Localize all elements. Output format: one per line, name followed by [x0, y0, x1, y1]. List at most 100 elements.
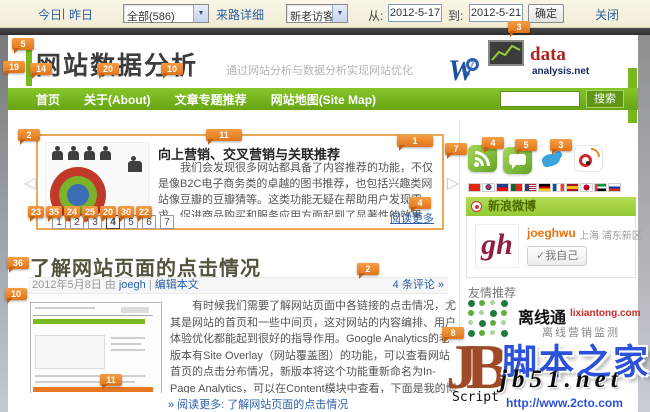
confirm-button[interactable]: 确定 — [528, 4, 564, 23]
flag-taiwan-icon[interactable] — [496, 183, 509, 192]
watermark-script-text: Script — [452, 390, 499, 405]
nav-items: 首页 关于(About) 文章专题推荐 网站地图(Site Map) — [36, 88, 376, 110]
article-read-more-link[interactable]: » 阅读更多: 了解网站页面的点击情况 — [168, 396, 348, 412]
flag-france-icon[interactable] — [552, 183, 565, 192]
flag-germany-icon[interactable] — [538, 183, 551, 192]
nav-item[interactable]: 首页 — [36, 91, 60, 108]
click-count-badge[interactable]: 24 — [64, 206, 80, 218]
comments-link[interactable]: 4 条评论 » — [393, 278, 444, 293]
to-date-input[interactable]: 2012-5-21 — [469, 4, 523, 22]
lixiantong-domain: lixiantong.com — [570, 308, 641, 319]
article-by: 由 — [105, 279, 116, 291]
click-count-badge[interactable]: 4 — [482, 137, 504, 149]
click-count-badge[interactable]: 19 — [3, 61, 25, 73]
sina-weibo-icon[interactable] — [574, 145, 603, 172]
flags-row — [468, 183, 622, 192]
weibo-follow-button[interactable]: ✓我自己 — [527, 246, 587, 266]
click-count-badge[interactable]: 5 — [515, 139, 537, 151]
visitor-type-select[interactable]: 新老访客 ▼ — [286, 4, 348, 23]
click-count-badge[interactable]: 20 — [100, 206, 116, 218]
click-count-badge[interactable]: 36 — [7, 257, 29, 269]
referrer-detail-link[interactable]: 来路详细 — [216, 6, 264, 23]
click-count-badge[interactable]: 20 — [97, 63, 119, 75]
watermark-domain: jb51.net — [500, 366, 623, 394]
search-button[interactable]: 搜索 — [586, 90, 624, 108]
click-count-badge[interactable]: 23 — [28, 206, 44, 218]
nav-item[interactable]: 关于(About) — [84, 91, 151, 108]
flag-south-korea-icon[interactable] — [482, 183, 495, 192]
dropdown-arrow-icon[interactable]: ▼ — [193, 5, 208, 22]
click-count-badge[interactable]: 3 — [508, 21, 530, 33]
page-top-bar — [0, 28, 650, 35]
click-count-badge[interactable]: 8 — [442, 327, 464, 339]
avatar[interactable]: gh — [475, 224, 519, 268]
weibo-widget-header: 新浪微博 — [466, 197, 636, 216]
weibo-mini-icon — [471, 201, 482, 212]
click-count-badge[interactable]: 1 — [397, 135, 433, 147]
overlay-toolbar: 今日 | 昨日 全部(586) ▼ 来路详细 新老访客 ▼ 从: 2012-5-… — [0, 0, 650, 28]
flag-russia-icon[interactable] — [608, 183, 621, 192]
site-logo: W data analysis.net — [440, 40, 590, 86]
click-count-badge[interactable]: 11 — [100, 374, 122, 386]
weibo-header-label: 新浪微博 — [488, 199, 536, 213]
dropdown-arrow-icon[interactable]: ▼ — [332, 5, 347, 22]
click-count-badge[interactable]: 2 — [357, 263, 379, 275]
flag-usa-icon[interactable] — [524, 183, 537, 192]
pagination-page[interactable]: 7 — [160, 215, 174, 229]
screenshot-root: 今日 | 昨日 全部(586) ▼ 来路详细 新老访客 ▼ 从: 2012-5-… — [0, 0, 650, 412]
rss-icon[interactable] — [468, 145, 497, 172]
flag-portugal-icon[interactable] — [510, 183, 523, 192]
flag-japan-icon[interactable] — [580, 183, 593, 192]
click-count-badge[interactable]: 3 — [550, 139, 572, 151]
left-margin — [0, 35, 8, 412]
author-link[interactable]: joegh — [119, 279, 146, 291]
weibo-username-link[interactable]: joeghwu — [527, 226, 576, 240]
click-count-badge[interactable]: 25 — [82, 206, 98, 218]
flag-uae-icon[interactable] — [594, 183, 607, 192]
article-body: 有时候我们需要了解网站页面中各链接的点击情况，尤其是网站的首页和一些中间页，这对… — [28, 298, 458, 393]
flag-spain-icon[interactable] — [566, 183, 579, 192]
click-count-badge[interactable]: 2 — [18, 129, 40, 141]
slider-excerpt: 我们会发现很多网站都具备了内容推荐的功能，不仅是像B2C电子商务类的卓越的图书推… — [158, 161, 438, 217]
main-nav: 首页 关于(About) 文章专题推荐 网站地图(Site Map) 搜索 — [8, 88, 638, 110]
close-link[interactable]: 关闭 — [595, 6, 619, 23]
article-date: 2012年5月8日 — [32, 279, 102, 291]
watermark-url: http://www.2cto.com — [506, 396, 623, 410]
nav-item[interactable]: 网站地图(Site Map) — [271, 91, 376, 108]
click-count-badge[interactable]: 10 — [5, 288, 27, 300]
from-label: 从: — [368, 7, 383, 24]
click-count-badge[interactable]: 35 — [46, 206, 62, 218]
click-count-badge[interactable]: 5 — [12, 38, 34, 50]
yesterday-link[interactable]: 昨日 — [69, 6, 93, 23]
slider-next-arrow[interactable]: ▷ — [447, 173, 459, 193]
source-filter-select[interactable]: 全部(586) ▼ — [123, 4, 209, 23]
search-input[interactable] — [500, 91, 580, 107]
chart-icon — [488, 40, 524, 66]
magnifier-icon — [466, 58, 479, 71]
nav-item[interactable]: 文章专题推荐 — [175, 91, 247, 108]
link-separator: | — [62, 6, 65, 20]
from-date-input[interactable]: 2012-5-17 — [388, 4, 442, 22]
slider-prev-arrow[interactable]: ◁ — [24, 173, 36, 193]
click-count-badge[interactable]: 4 — [409, 197, 431, 209]
to-label: 到: — [448, 7, 463, 24]
meta-pipe: | — [149, 279, 152, 291]
edit-post-link[interactable]: 编辑本文 — [155, 279, 199, 291]
click-count-badge[interactable]: 14 — [30, 63, 52, 75]
weibo-widget-body: gh joeghwu 上海 浦东新区 ✓我自己 — [466, 216, 636, 278]
visitor-type-value: 新老访客 — [290, 8, 334, 24]
logo-data-text: data — [530, 44, 566, 66]
click-count-badge[interactable]: 22 — [136, 206, 152, 218]
weibo-location: 上海 浦东新区 — [579, 227, 642, 242]
click-count-badge[interactable]: 10 — [161, 63, 183, 75]
today-link[interactable]: 今日 — [38, 6, 62, 23]
source-filter-value: 全部(586) — [127, 8, 175, 24]
article-meta: 2012年5月8日 由 joegh | 编辑本文 4 条评论 » — [28, 277, 448, 294]
click-count-badge[interactable]: 30 — [118, 206, 134, 218]
article-thumbnail[interactable] — [30, 302, 162, 393]
flag-china-icon[interactable] — [468, 183, 481, 192]
article-meta-left: 2012年5月8日 由 joegh | 编辑本文 — [32, 278, 199, 293]
click-count-badge[interactable]: 11 — [206, 129, 242, 141]
click-count-badge[interactable]: 7 — [445, 143, 467, 155]
logo-domain-text: analysis.net — [532, 66, 589, 77]
